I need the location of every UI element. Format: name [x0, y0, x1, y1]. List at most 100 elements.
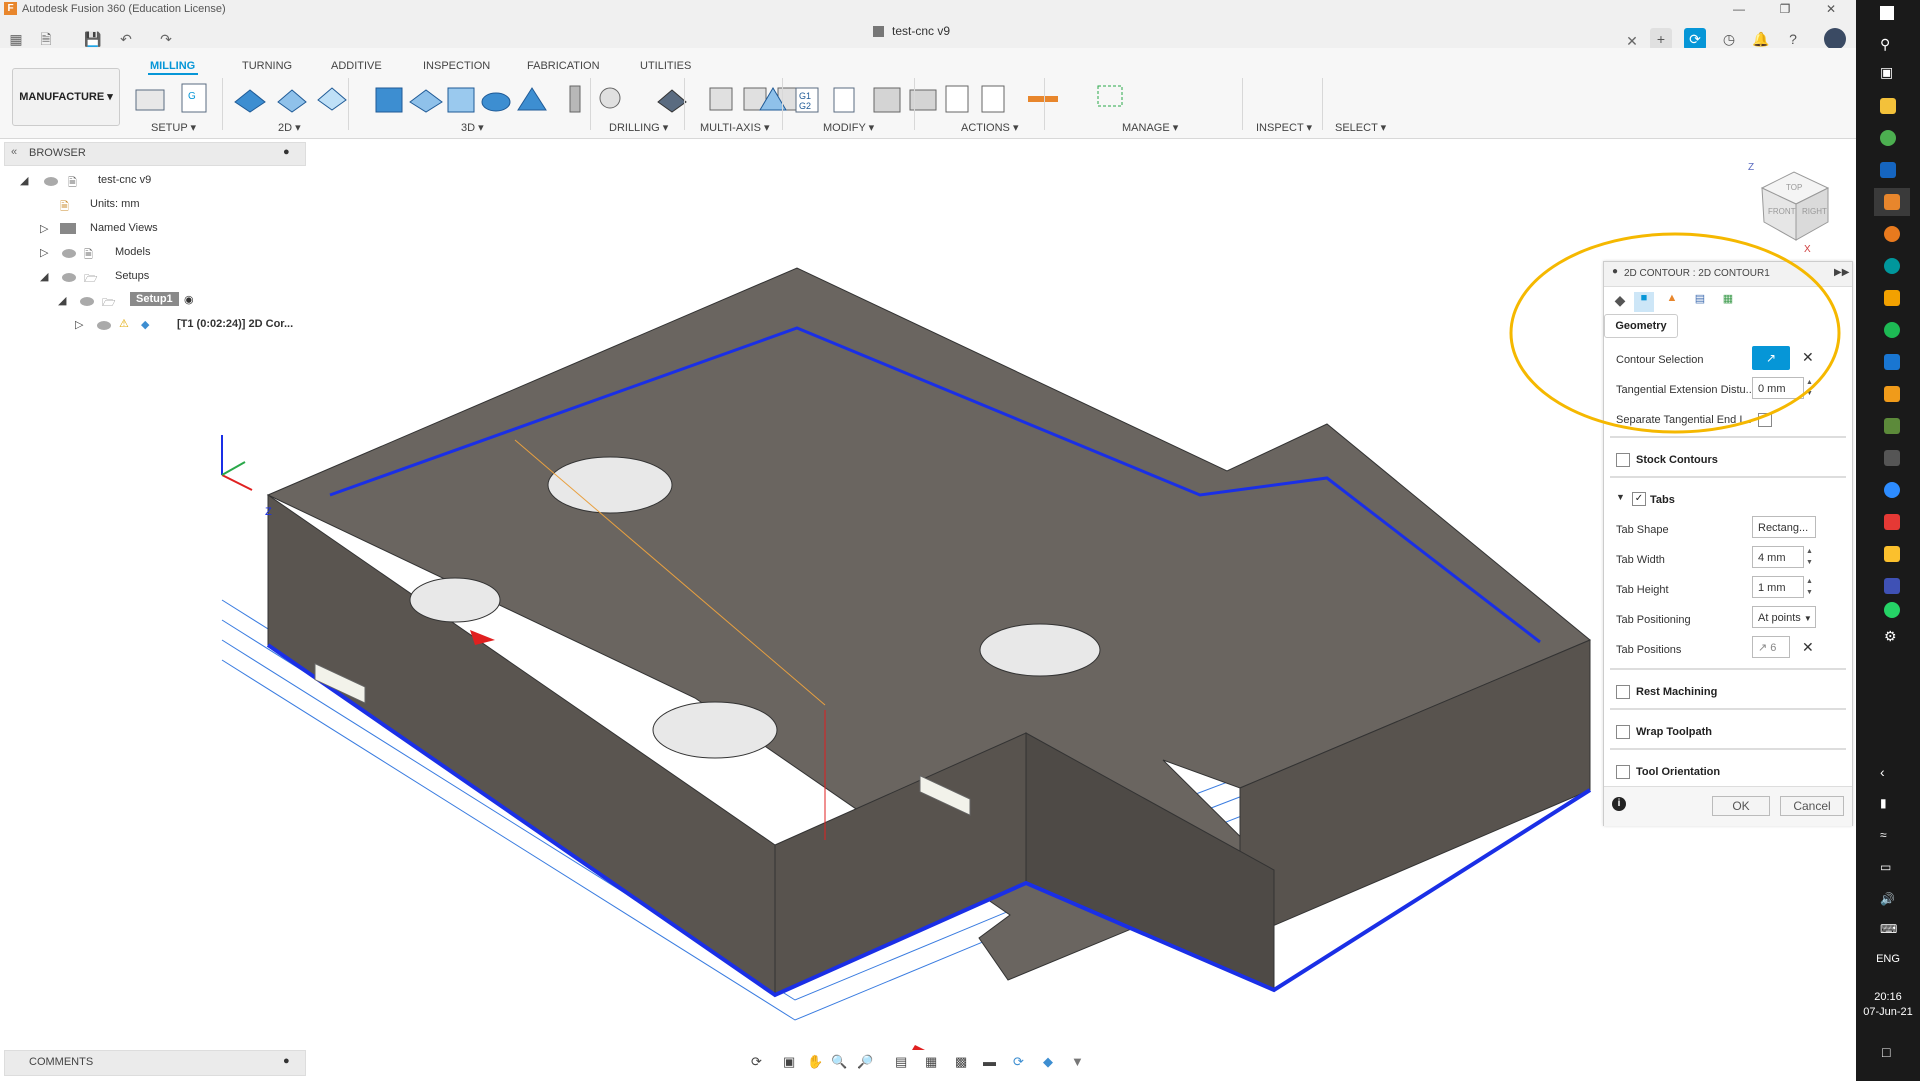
- file-icon[interactable]: 🗎: [38, 31, 54, 47]
- look-at-icon[interactable]: ▣: [783, 1054, 795, 1070]
- tab-positions-selection[interactable]: ↗ 6: [1752, 636, 1790, 658]
- tab-height-input[interactable]: 1 mm: [1752, 576, 1804, 598]
- fusion360-taskbar-icon[interactable]: [1884, 194, 1900, 210]
- expand-triangle-icon[interactable]: ▷: [40, 246, 48, 259]
- display-settings-icon[interactable]: ▤: [895, 1054, 907, 1070]
- grid-menu-icon[interactable]: ▦: [8, 31, 24, 47]
- close-icon[interactable]: ✕: [1808, 0, 1854, 18]
- info-icon[interactable]: i: [1612, 797, 1626, 811]
- file-explorer-icon[interactable]: [1880, 98, 1896, 114]
- wifi-icon[interactable]: ≈: [1880, 828, 1887, 842]
- viewports-icon[interactable]: ▩: [955, 1054, 967, 1070]
- close-tab-icon[interactable]: ✕: [1624, 33, 1640, 49]
- blender-icon[interactable]: [1884, 226, 1900, 242]
- tabs-checkbox[interactable]: ✓: [1632, 492, 1646, 506]
- arduino-icon[interactable]: [1884, 258, 1900, 274]
- redo-icon[interactable]: ↷: [158, 31, 174, 47]
- group-manage[interactable]: MANAGE ▾: [1122, 121, 1178, 134]
- group-actions[interactable]: ACTIONS ▾: [961, 121, 1018, 134]
- tab-fabrication[interactable]: FABRICATION: [527, 60, 600, 72]
- visibility-icon[interactable]: [44, 177, 58, 186]
- tab-utilities[interactable]: UTILITIES: [640, 60, 691, 72]
- simulation-icon[interactable]: ⟳: [1013, 1054, 1024, 1070]
- pen-icon[interactable]: ▭: [1880, 860, 1891, 874]
- group-inspect[interactable]: INSPECT ▾: [1256, 121, 1312, 134]
- chrome-icon[interactable]: [1880, 130, 1896, 146]
- notifications-icon[interactable]: 🔔: [1750, 28, 1772, 50]
- tool-orientation-checkbox[interactable]: [1616, 765, 1630, 779]
- collapse-icon[interactable]: «: [11, 146, 17, 158]
- stepper-icon[interactable]: ▲ ▼: [1806, 576, 1816, 598]
- expand-triangle-icon[interactable]: ▷: [75, 318, 83, 331]
- grid-settings-icon[interactable]: ▦: [925, 1054, 937, 1070]
- tab-additive[interactable]: ADDITIVE: [331, 60, 382, 72]
- browser-options-icon[interactable]: ●: [283, 146, 290, 158]
- document-tab-title[interactable]: test-cnc v9: [892, 24, 950, 38]
- group-select[interactable]: SELECT ▾: [1335, 121, 1386, 134]
- sync-icon[interactable]: ⟳: [1684, 28, 1706, 50]
- group-multi-axis[interactable]: MULTI-AXIS ▾: [700, 121, 770, 134]
- toolpath-display-icon[interactable]: ◆: [1043, 1054, 1053, 1070]
- sublime-icon[interactable]: [1884, 386, 1900, 402]
- app-icon[interactable]: [1884, 578, 1900, 594]
- notes-icon[interactable]: [1884, 546, 1900, 562]
- whatsapp-icon[interactable]: [1884, 602, 1900, 618]
- rest-machining-checkbox[interactable]: [1616, 685, 1630, 699]
- viewport-canvas[interactable]: [200, 150, 1600, 1050]
- volume-icon[interactable]: 🔊: [1880, 892, 1895, 906]
- tab-shape-select[interactable]: Rectang... ▼: [1752, 516, 1816, 555]
- youtube-icon[interactable]: [1884, 514, 1900, 530]
- expand-triangle-icon[interactable]: ▷: [40, 222, 48, 235]
- fit-icon[interactable]: 🔎: [857, 1054, 873, 1070]
- app-icon[interactable]: [1880, 162, 1896, 178]
- undo-icon[interactable]: ↶: [118, 31, 134, 47]
- visibility-icon[interactable]: [62, 273, 76, 282]
- clear-tab-positions-icon[interactable]: ✕: [1802, 639, 1814, 656]
- help-icon[interactable]: ?: [1782, 28, 1804, 50]
- spotify-icon[interactable]: [1884, 322, 1900, 338]
- search-icon[interactable]: ⚲: [1880, 36, 1890, 53]
- comments-bar[interactable]: COMMENTS ●: [4, 1050, 306, 1076]
- action-center-icon[interactable]: □: [1882, 1044, 1890, 1060]
- stock-display-icon[interactable]: ▬: [983, 1054, 996, 1069]
- save-icon[interactable]: 💾: [84, 31, 101, 47]
- wrap-toolpath-checkbox[interactable]: [1616, 725, 1630, 739]
- stepper-icon[interactable]: ▲ ▼: [1806, 546, 1816, 568]
- outlook-icon[interactable]: [1884, 354, 1900, 370]
- group-3d[interactable]: 3D ▾: [461, 121, 484, 134]
- new-tab-icon[interactable]: +: [1650, 28, 1672, 50]
- tab-positioning-select[interactable]: At points ▼: [1752, 606, 1816, 628]
- workspace-switcher[interactable]: MANUFACTURE ▾: [12, 68, 120, 126]
- input-language[interactable]: ENG: [1856, 953, 1920, 965]
- tab-width-input[interactable]: 4 mm: [1752, 546, 1804, 568]
- keyboard-icon[interactable]: ⌨: [1880, 922, 1897, 936]
- cancel-button[interactable]: Cancel: [1780, 796, 1844, 816]
- active-setup-icon[interactable]: ◉: [184, 293, 194, 306]
- ok-button[interactable]: OK: [1712, 796, 1770, 816]
- app-icon[interactable]: [1884, 450, 1900, 466]
- group-2d[interactable]: 2D ▾: [278, 121, 301, 134]
- visibility-icon[interactable]: [97, 321, 111, 330]
- minimize-icon[interactable]: —: [1716, 0, 1762, 18]
- expand-triangle-icon[interactable]: ◢: [40, 270, 48, 283]
- user-avatar[interactable]: [1824, 28, 1846, 50]
- zoom-app-icon[interactable]: [1884, 482, 1900, 498]
- group-setup[interactable]: SETUP ▾: [151, 121, 196, 134]
- stock-contours-checkbox[interactable]: [1616, 453, 1630, 467]
- group-modify[interactable]: MODIFY ▾: [823, 121, 874, 134]
- show-hidden-icons-chevron[interactable]: ‹: [1880, 764, 1885, 780]
- expand-triangle-icon[interactable]: ◢: [20, 174, 28, 187]
- comments-add-icon[interactable]: ●: [283, 1055, 290, 1067]
- system-clock[interactable]: 20:16 07-Jun-21: [1856, 990, 1920, 1020]
- job-status-icon[interactable]: ◷: [1718, 28, 1740, 50]
- vlc-icon[interactable]: [1884, 290, 1900, 306]
- orbit-icon[interactable]: ⟳: [751, 1054, 762, 1070]
- group-drilling[interactable]: DRILLING ▾: [609, 121, 668, 134]
- tab-turning[interactable]: TURNING: [242, 60, 292, 72]
- app-icon[interactable]: [1884, 418, 1900, 434]
- collapse-section-icon[interactable]: ▼: [1616, 492, 1625, 502]
- tab-milling[interactable]: MILLING: [150, 60, 195, 72]
- task-view-icon[interactable]: ▣: [1880, 64, 1893, 81]
- battery-icon[interactable]: ▮: [1880, 796, 1887, 810]
- maximize-icon[interactable]: ❐: [1762, 0, 1808, 18]
